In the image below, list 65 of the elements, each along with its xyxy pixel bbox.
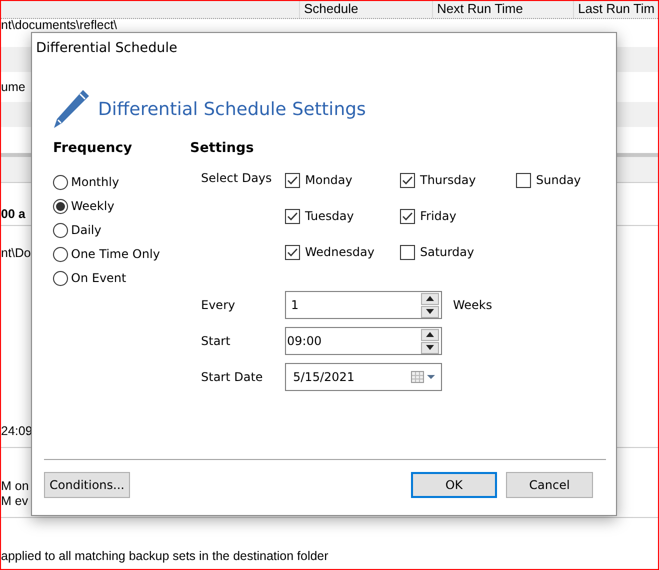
radio-button[interactable] (53, 222, 68, 238)
start-date-field[interactable]: 5/15/2021 (285, 363, 442, 391)
checkbox[interactable] (400, 208, 415, 224)
day-checkbox[interactable]: Wednesday (285, 240, 400, 264)
cancel-button[interactable]: Cancel (506, 472, 593, 498)
conditions-button[interactable]: Conditions... (44, 472, 130, 498)
day-checkbox[interactable]: Saturday (400, 240, 516, 264)
section-label: Settings (190, 140, 255, 158)
spin-down-button[interactable] (421, 306, 439, 318)
ok-button[interactable]: OK (411, 472, 497, 498)
checkmark-icon (402, 176, 413, 184)
day-checkbox[interactable]: Tuesday (285, 204, 400, 228)
frequency-radio[interactable]: Weekly (53, 194, 190, 218)
table-cell-text: 00 a (1, 207, 26, 221)
spin-up-button[interactable] (421, 292, 439, 304)
calendar-icon[interactable] (411, 371, 437, 383)
checkbox[interactable] (400, 244, 415, 260)
column-header[interactable]: Last Run Tim (573, 1, 658, 18)
frequency-radio[interactable]: On Event (53, 266, 190, 290)
table-cell-text: ume (1, 80, 26, 94)
spin-down-button[interactable] (421, 342, 439, 354)
dialog-heading: Differential Schedule Settings (98, 98, 366, 120)
checkmark-icon (287, 248, 298, 256)
column-header[interactable]: Next Run Time (432, 1, 573, 18)
field-label: Start Date (201, 370, 264, 384)
unit-label: Weeks (452, 298, 494, 312)
checkbox[interactable] (285, 172, 300, 188)
checkmark-icon (402, 212, 413, 220)
frequency-radio[interactable]: One Time Only (53, 242, 190, 266)
down-arrow-icon (426, 345, 434, 350)
day-checkbox[interactable]: Monday (285, 168, 400, 192)
checkbox[interactable] (285, 244, 300, 260)
day-checkbox[interactable]: Friday (400, 204, 516, 228)
up-arrow-icon (426, 296, 434, 301)
radio-button[interactable] (53, 198, 68, 214)
checkmark-icon (287, 212, 298, 220)
table-cell-text: M ev (1, 494, 28, 508)
down-arrow-icon (426, 309, 434, 314)
table-cell-text: M on (1, 479, 29, 493)
field-label: Select Days (201, 170, 273, 185)
checkmark-icon (287, 176, 298, 184)
radio-button[interactable] (53, 270, 68, 286)
table-cell-text: applied to all matching backup sets in the destination folder (1, 549, 328, 563)
field-label: Every (201, 298, 236, 312)
checkbox[interactable] (400, 172, 415, 188)
start-time-field[interactable]: 09:00 (285, 327, 442, 355)
window-title: Differential Schedule (35, 39, 178, 58)
checkbox[interactable] (516, 172, 531, 188)
every-spin-field[interactable]: 1 (285, 291, 442, 319)
table-cell-text: 24:09 (1, 424, 32, 438)
pencil-icon (52, 89, 90, 129)
radio-button[interactable] (53, 246, 68, 262)
day-checkbox[interactable]: Thursday (400, 168, 516, 192)
table-cell-text: nt\Do (1, 246, 31, 260)
radio-button[interactable] (53, 174, 68, 190)
checkbox[interactable] (285, 208, 300, 224)
day-checkbox[interactable]: Sunday (516, 168, 616, 192)
table-cell-text: nt\documents\reflect\ (1, 18, 118, 32)
frequency-radio[interactable]: Monthly (53, 170, 190, 194)
up-arrow-icon (426, 332, 434, 337)
field-label: Start (201, 334, 232, 348)
section-label: Frequency (53, 140, 134, 158)
spin-up-button[interactable] (421, 328, 439, 340)
column-header[interactable]: Schedule (299, 1, 432, 18)
frequency-radio[interactable]: Daily (53, 218, 190, 242)
